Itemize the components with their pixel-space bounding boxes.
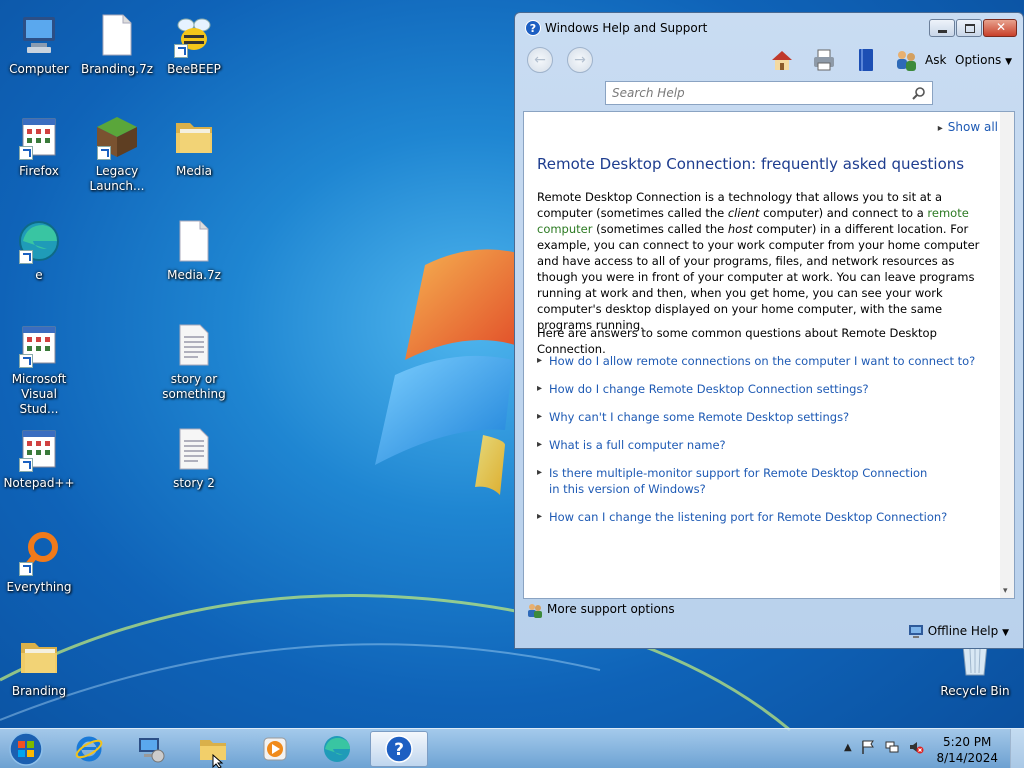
faq-link-full-computer-name[interactable]: What is a full computer name? <box>537 437 992 453</box>
monitor-icon <box>908 625 923 638</box>
desktop-icon-notepad-plus-plus[interactable]: Notepad++ <box>1 426 77 491</box>
content-scrollbar[interactable] <box>1000 112 1014 598</box>
search-icon[interactable] <box>912 86 926 100</box>
show-all-link[interactable]: Show all <box>938 120 998 134</box>
faq-link-allow-connections[interactable]: How do I allow remote connections on the… <box>537 353 992 369</box>
desktop-icon-beebeep[interactable]: BeeBEEP <box>156 12 232 77</box>
system-clock[interactable]: 5:20 PM 8/14/2024 <box>936 734 998 766</box>
taskbar-help-and-support[interactable]: ? <box>370 731 428 767</box>
folder-icon <box>21 643 57 673</box>
help-icon: ? <box>525 20 541 36</box>
back-button[interactable]: ← <box>527 47 553 73</box>
help-toolbar: ← → Ask Options ▼ <box>515 41 1023 81</box>
close-button[interactable]: ✕ <box>983 19 1017 37</box>
home-icon[interactable] <box>769 47 795 73</box>
maximize-button[interactable] <box>956 19 982 37</box>
desktop-icon-story-or-something[interactable]: story or something <box>156 322 232 402</box>
mouse-cursor-icon <box>212 754 224 768</box>
start-button[interactable] <box>6 731 46 767</box>
volume-muted-icon[interactable] <box>908 739 924 755</box>
file-icon <box>102 14 132 56</box>
ask-icon[interactable] <box>893 47 919 73</box>
page-title: Remote Desktop Connection: frequently as… <box>537 155 965 173</box>
minimize-button[interactable] <box>929 19 955 37</box>
internet-explorer-icon <box>75 736 103 762</box>
svg-text:?: ? <box>394 740 404 760</box>
desktop-icon-firefox[interactable]: Firefox <box>1 114 77 179</box>
taskbar: ? ▲ 5:20 PM 8/14/2024 <box>0 728 1024 768</box>
taskbar-edge[interactable] <box>310 731 364 767</box>
desktop-icon-branding-7z[interactable]: Branding.7z <box>79 12 155 77</box>
show-desktop-button[interactable] <box>1010 729 1024 768</box>
windows-logo-wallpaper <box>375 249 525 495</box>
forward-button[interactable]: → <box>567 47 593 73</box>
browse-help-icon[interactable] <box>853 47 879 73</box>
network-computer-icon <box>139 738 165 763</box>
options-button[interactable]: Options ▼ <box>955 53 1012 67</box>
help-and-support-window[interactable]: ? Windows Help and Support ✕ ← → Ask Opt… <box>514 12 1024 649</box>
window-titlebar[interactable]: ? Windows Help and Support ✕ <box>515 13 1023 41</box>
desktop-icon-e[interactable]: e <box>1 218 77 283</box>
desktop-icon-media-7z[interactable]: Media.7z <box>156 218 232 283</box>
window-title: Windows Help and Support <box>545 21 708 35</box>
media-player-icon <box>263 737 287 761</box>
clock-time: 5:20 PM <box>943 735 992 749</box>
people-icon <box>528 604 542 618</box>
search-box[interactable] <box>605 81 933 105</box>
text-file-icon <box>179 324 209 366</box>
chevron-down-icon: ▼ <box>1002 628 1009 638</box>
back-arrow-icon: ← <box>534 52 546 68</box>
taskbar-internet-explorer[interactable] <box>62 731 116 767</box>
folder-icon <box>176 123 212 153</box>
taskbar-network[interactable] <box>124 731 178 767</box>
help-content-pane[interactable]: Show all Remote Desktop Connection: freq… <box>523 111 1015 599</box>
close-icon: ✕ <box>996 20 1007 34</box>
desktop-icon-computer[interactable]: Computer <box>1 12 77 77</box>
search-input[interactable] <box>606 82 906 104</box>
system-tray: ▲ <box>844 739 924 755</box>
file-icon <box>179 220 209 262</box>
offline-help-menu[interactable]: Offline Help ▼ <box>908 624 1009 638</box>
desktop-icon-branding-folder[interactable]: Branding <box>1 634 77 699</box>
edge-icon <box>324 736 350 762</box>
desktop-icon-visual-studio[interactable]: Microsoft Visual Stud... <box>1 322 77 417</box>
ask-button[interactable]: Ask <box>925 53 946 67</box>
desktop-icon-everything[interactable]: Everything <box>1 530 77 595</box>
help-footer: More support options Offline Help ▼ <box>523 599 1015 643</box>
network-icon[interactable] <box>884 739 900 755</box>
print-icon[interactable] <box>811 47 837 73</box>
faq-link-change-settings[interactable]: How do I change Remote Desktop Connectio… <box>537 381 992 397</box>
chevron-down-icon: ▼ <box>1005 57 1013 67</box>
desktop-icon-legacy-launcher[interactable]: Legacy Launch... <box>79 114 155 194</box>
action-center-flag-icon[interactable] <box>860 739 876 755</box>
faq-link-listening-port[interactable]: How can I change the listening port for … <box>537 509 992 525</box>
faq-link-cant-change-settings[interactable]: Why can't I change some Remote Desktop s… <box>537 409 992 425</box>
show-hidden-icons-button[interactable]: ▲ <box>844 742 852 753</box>
more-support-options-link[interactable]: More support options <box>527 602 675 618</box>
faq-link-multi-monitor[interactable]: Is there multiple-monitor support for Re… <box>537 465 937 497</box>
text-file-icon <box>179 428 209 470</box>
computer-icon <box>23 17 55 53</box>
clock-date: 8/14/2024 <box>936 751 998 765</box>
forward-arrow-icon: → <box>574 52 586 68</box>
intro-paragraph: Remote Desktop Connection is a technolog… <box>537 190 980 332</box>
desktop-icon-story-2[interactable]: story 2 <box>156 426 232 491</box>
taskbar-media-player[interactable] <box>248 731 302 767</box>
desktop-icon-media-folder[interactable]: Media <box>156 114 232 179</box>
help-icon: ? <box>385 735 413 763</box>
